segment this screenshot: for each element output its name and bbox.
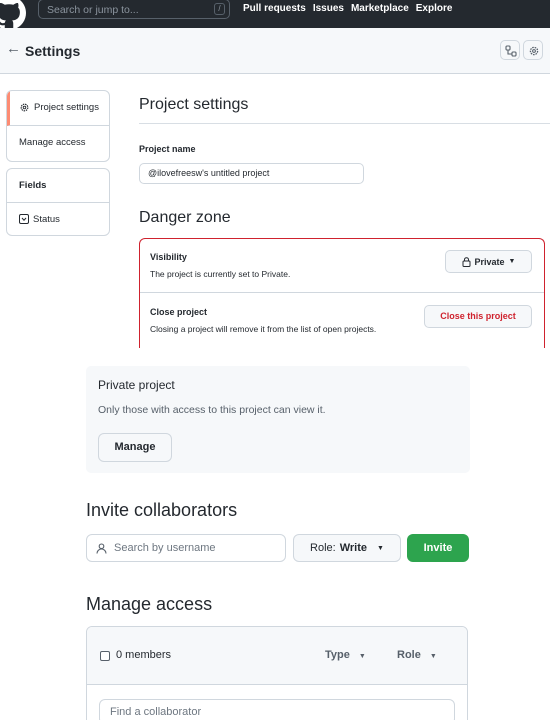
github-logo-icon[interactable] bbox=[0, 0, 26, 30]
members-list: 0 members Type ▼ Role ▼ Find a collabora… bbox=[86, 626, 468, 720]
person-icon bbox=[96, 543, 107, 554]
visibility-private-button[interactable]: Private ▼ bbox=[445, 250, 532, 273]
chevron-down-icon: ▼ bbox=[377, 544, 384, 552]
slash-shortcut-key: / bbox=[214, 3, 225, 15]
private-project-description: Only those with access to this project c… bbox=[98, 404, 326, 416]
nav-link-pull-requests[interactable]: Pull requests bbox=[243, 3, 306, 14]
close-project-description: Closing a project will remove it from th… bbox=[150, 324, 377, 334]
settings-header: ← Settings bbox=[0, 28, 550, 74]
workflow-icon bbox=[505, 45, 517, 57]
workflows-button[interactable] bbox=[500, 40, 520, 60]
chevron-down-icon: ▼ bbox=[358, 653, 366, 660]
nav-link-marketplace[interactable]: Marketplace bbox=[351, 3, 409, 14]
role-filter-label: Role bbox=[397, 649, 421, 661]
sidebar-item-label: Manage access bbox=[19, 137, 86, 148]
close-project-title: Close project bbox=[150, 307, 208, 317]
chevron-down-icon: ▼ bbox=[508, 258, 516, 265]
private-project-box: Private project Only those with access t… bbox=[86, 366, 470, 473]
sidebar-item-label: Project settings bbox=[34, 102, 99, 113]
sidebar-item-manage-access[interactable]: Manage access bbox=[7, 126, 109, 161]
danger-zone-box: Visibility The project is currently set … bbox=[139, 238, 545, 348]
manage-button[interactable]: Manage bbox=[98, 433, 172, 462]
type-filter-label: Type bbox=[325, 649, 350, 661]
sidebar-item-project-settings[interactable]: Project settings bbox=[7, 91, 109, 126]
global-search-placeholder: Search or jump to... bbox=[47, 4, 139, 16]
members-count: 0 members bbox=[116, 649, 172, 661]
role-select-button[interactable]: Role: Write ▼ bbox=[293, 534, 401, 562]
private-project-title: Private project bbox=[98, 378, 175, 392]
back-arrow-icon[interactable]: ← bbox=[6, 40, 21, 57]
chevron-down-icon: ▼ bbox=[429, 653, 437, 660]
nav-link-issues[interactable]: Issues bbox=[313, 3, 344, 14]
sidebar-item-status[interactable]: Status bbox=[7, 203, 109, 235]
username-search-placeholder: Search by username bbox=[114, 542, 216, 554]
visibility-row: Visibility The project is currently set … bbox=[140, 239, 544, 293]
find-collaborator-input[interactable]: Find a collaborator bbox=[99, 699, 455, 720]
select-all-checkbox[interactable] bbox=[100, 651, 110, 661]
invite-button[interactable]: Invite bbox=[407, 534, 469, 562]
primary-nav-links: Pull requests Issues Marketplace Explore bbox=[243, 3, 452, 14]
visibility-title: Visibility bbox=[150, 252, 187, 262]
type-filter-dropdown[interactable]: Type ▼ bbox=[325, 649, 366, 661]
role-filter-dropdown[interactable]: Role ▼ bbox=[397, 649, 437, 661]
settings-gear-button[interactable] bbox=[523, 40, 543, 60]
sidebar-item-label: Status bbox=[33, 214, 60, 225]
sidebar-fields-section: Fields Status bbox=[6, 168, 110, 236]
visibility-button-label: Private bbox=[474, 256, 505, 267]
global-search-input[interactable]: Search or jump to... / bbox=[38, 0, 230, 19]
sidebar-fields-heading: Fields bbox=[7, 169, 109, 203]
single-select-icon bbox=[19, 214, 29, 224]
gear-icon bbox=[20, 103, 29, 112]
gear-icon bbox=[529, 46, 539, 56]
role-value: Write bbox=[339, 542, 368, 554]
close-project-row: Close project Closing a project will rem… bbox=[140, 294, 544, 349]
manage-access-heading: Manage access bbox=[86, 594, 213, 614]
project-name-label: Project name bbox=[139, 144, 196, 154]
visibility-description: The project is currently set to Private. bbox=[150, 269, 291, 279]
project-name-input[interactable]: @ilovefreesw's untitled project bbox=[139, 163, 364, 184]
role-label: Role: bbox=[310, 542, 336, 554]
top-navigation-bar: Search or jump to... / Pull requests Iss… bbox=[0, 0, 550, 30]
close-project-button[interactable]: Close this project bbox=[424, 305, 532, 328]
lock-icon bbox=[462, 256, 471, 267]
page-title: Settings bbox=[25, 43, 81, 59]
invite-collaborators-heading: Invite collaborators bbox=[86, 500, 238, 520]
danger-zone-heading: Danger zone bbox=[139, 209, 231, 226]
username-search-input[interactable]: Search by username bbox=[86, 534, 286, 562]
settings-sidebar: Project settings Manage access bbox=[6, 90, 110, 162]
project-settings-heading: Project settings bbox=[139, 96, 249, 113]
members-list-header: 0 members Type ▼ Role ▼ bbox=[87, 627, 467, 685]
heading-divider bbox=[139, 123, 550, 124]
nav-link-explore[interactable]: Explore bbox=[416, 3, 453, 14]
